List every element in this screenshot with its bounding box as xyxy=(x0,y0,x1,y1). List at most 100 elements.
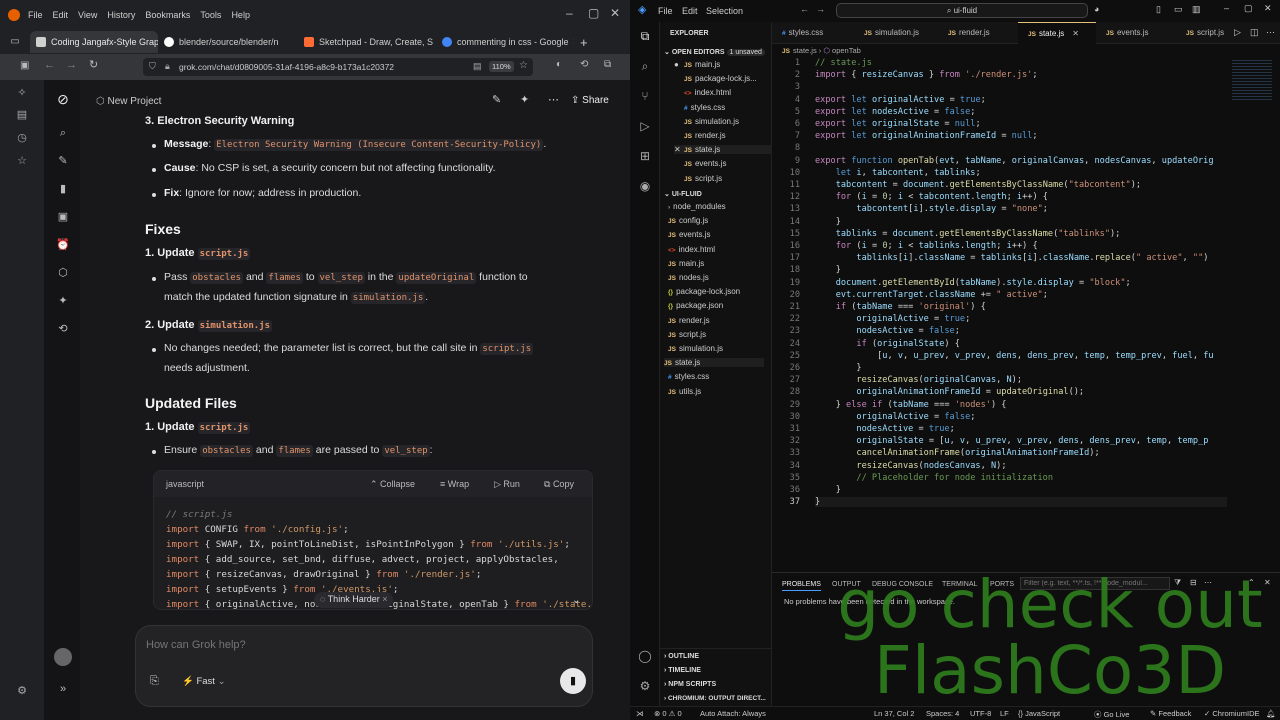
extensions-icon[interactable]: ⊞ xyxy=(637,150,653,166)
close-icon[interactable]: × xyxy=(380,594,387,604)
expand-sidebar-icon[interactable]: » xyxy=(55,684,71,700)
timeline-section[interactable]: › TIMELINE xyxy=(664,667,701,674)
more-actions-icon[interactable]: ⋯ xyxy=(1266,28,1275,37)
layout-icon[interactable]: ▥ xyxy=(1192,5,1201,14)
pocket-icon[interactable]: ◐ xyxy=(556,60,562,70)
edit-icon[interactable]: ✎ xyxy=(492,95,501,106)
menu-tools[interactable]: Tools xyxy=(200,10,221,20)
file-tree-item[interactable]: JS events.js xyxy=(668,230,711,239)
file-tree-item[interactable]: {} package.json xyxy=(668,301,723,310)
tab-grok[interactable]: Coding Jangafx-Style Graphic xyxy=(30,31,158,53)
tab-render-js[interactable]: JS render.js xyxy=(938,22,1018,44)
run-debug-icon[interactable]: ▷ xyxy=(637,120,653,136)
file-tree-item[interactable]: JS nodes.js xyxy=(668,273,709,282)
run-file-icon[interactable]: ▷ xyxy=(1234,28,1241,37)
projects-icon[interactable]: ⬡ xyxy=(55,268,71,284)
breadcrumb-file[interactable]: state.js xyxy=(793,46,817,55)
share-button[interactable]: ⇪ Share xyxy=(571,95,609,106)
open-editors-header[interactable]: ⌄ OPEN EDITORS 1 unsaved xyxy=(664,48,765,56)
settings-gear-icon[interactable]: ⚙ xyxy=(637,680,653,696)
minimize-icon[interactable]: – xyxy=(1224,4,1229,13)
open-editor-item[interactable]: JS events.js xyxy=(674,159,727,168)
problems-status[interactable]: ⊗ 0 ⚠ 0 xyxy=(654,709,682,718)
eol[interactable]: LF xyxy=(1000,709,1009,718)
account-icon[interactable]: ◯ xyxy=(637,650,653,666)
menu-selection[interactable]: Selection xyxy=(706,6,743,16)
menu-view[interactable]: View xyxy=(78,10,97,20)
sidebar-icon[interactable]: ▣ xyxy=(20,61,29,71)
tab-events-js[interactable]: JS events.js xyxy=(1096,22,1176,44)
tab-sketchpad[interactable]: Sketchpad - Draw, Create, S xyxy=(298,31,436,53)
file-tree-item[interactable]: JS script.js xyxy=(668,330,706,339)
chromium-icon[interactable]: ◉ xyxy=(637,180,653,196)
chromium-ide-status[interactable]: ✓ ChromiumIDE xyxy=(1204,709,1259,718)
back-icon[interactable]: ← xyxy=(44,60,55,71)
new-tab-button[interactable]: + xyxy=(580,35,588,50)
menu-history[interactable]: History xyxy=(107,10,135,20)
menu-help[interactable]: Help xyxy=(231,10,250,20)
file-tree-item[interactable]: {} package-lock.json xyxy=(668,287,740,296)
menu-bookmarks[interactable]: Bookmarks xyxy=(145,10,190,20)
file-tree-item[interactable]: › node_modules xyxy=(668,202,726,211)
scroll-down-icon[interactable]: ⌄ xyxy=(572,596,580,606)
maximize-icon[interactable]: ▢ xyxy=(1244,4,1253,13)
extensions-icon[interactable]: ⧉ xyxy=(604,60,611,70)
grok-logo-icon[interactable]: ⊘ xyxy=(55,92,71,108)
open-editor-item[interactable]: <> index.html xyxy=(674,88,731,97)
wrap-button[interactable]: ≡ Wrap xyxy=(440,479,469,489)
customize-sidebar-icon[interactable]: ⚙ xyxy=(14,686,30,702)
npm-scripts-section[interactable]: › NPM SCRIPTS xyxy=(664,681,716,688)
close-icon[interactable]: ✕ xyxy=(674,145,684,154)
file-tree-item[interactable]: JS main.js xyxy=(668,259,704,268)
close-tab-icon[interactable]: ✕ xyxy=(1072,29,1079,38)
minimize-icon[interactable]: – xyxy=(566,6,573,20)
toggle-panel-icon[interactable]: ▭ xyxy=(1174,5,1183,14)
open-editor-item[interactable]: ● JS main.js xyxy=(674,60,720,69)
history-sidebar-icon[interactable]: ◷ xyxy=(14,133,30,149)
encoding[interactable]: UTF-8 xyxy=(970,709,991,718)
tab-state-js[interactable]: JS state.js ✕ xyxy=(1018,22,1096,44)
bookmark-star-icon[interactable]: ☆ xyxy=(519,61,528,71)
run-button[interactable]: ▷ Run xyxy=(494,479,520,490)
history-icon[interactable]: ⟲ xyxy=(55,324,71,340)
tab-script-js[interactable]: JS script.js xyxy=(1176,22,1230,44)
sidebar-toggle-icon[interactable]: ▭ xyxy=(0,37,30,47)
voice-mode-icon[interactable]: ▮ xyxy=(560,668,586,694)
file-tree-item[interactable]: JS state.js xyxy=(664,358,764,368)
bookmarks-sidebar-icon[interactable]: ☆ xyxy=(14,156,30,172)
chat-input[interactable] xyxy=(146,636,566,654)
reader-icon[interactable]: ▤ xyxy=(473,62,482,71)
history-icon[interactable]: ⟲ xyxy=(580,60,588,70)
close-tab-icon[interactable]: ✕ xyxy=(573,37,574,48)
search-icon[interactable]: ⌕ xyxy=(637,60,653,76)
tab-simulation-js[interactable]: JS simulation.js xyxy=(854,22,938,44)
search-icon[interactable]: ⌕ xyxy=(55,128,71,144)
minimap[interactable] xyxy=(1232,60,1272,100)
zoom-badge[interactable]: 110% xyxy=(489,61,514,72)
tab-google[interactable]: commenting in css - Google ✕ xyxy=(436,31,574,53)
avatar[interactable] xyxy=(54,648,72,666)
collapse-button[interactable]: ⌃ Collapse xyxy=(370,479,415,490)
copy-button[interactable]: ⧉ Copy xyxy=(544,479,574,490)
close-icon[interactable]: ✕ xyxy=(1264,4,1272,13)
toggle-sidebar-icon[interactable]: ▯ xyxy=(1156,5,1161,14)
auto-attach-status[interactable]: Auto Attach: Always xyxy=(700,709,766,718)
remote-icon[interactable]: ⋊ xyxy=(636,709,644,718)
menu-edit[interactable]: Edit xyxy=(53,10,69,20)
open-editor-item[interactable]: JS script.js xyxy=(674,174,722,183)
file-tree-item[interactable]: JS simulation.js xyxy=(668,344,723,353)
explorer-icon[interactable]: ⧉ xyxy=(637,30,653,46)
open-editor-item[interactable]: JS render.js xyxy=(674,131,726,140)
tab-problems[interactable]: PROBLEMS xyxy=(782,581,821,591)
menu-file[interactable]: File xyxy=(28,10,43,20)
new-chat-icon[interactable]: ✎ xyxy=(55,156,71,172)
open-editor-item[interactable]: # styles.css xyxy=(674,103,725,112)
file-tree-item[interactable]: JS render.js xyxy=(668,316,710,325)
command-center[interactable]: ⌕ ui-fluid xyxy=(836,3,1088,18)
notifications-icon[interactable]: 🔔︎ xyxy=(1266,709,1276,718)
file-tree-item[interactable]: JS utils.js xyxy=(668,387,701,396)
maximize-icon[interactable]: ▢ xyxy=(588,6,599,20)
breadcrumb-function[interactable]: openTab xyxy=(832,46,861,55)
chromium-output-section[interactable]: › CHROMIUM: OUTPUT DIRECT... xyxy=(664,695,766,702)
split-editor-icon[interactable]: ◫ xyxy=(1250,28,1259,37)
